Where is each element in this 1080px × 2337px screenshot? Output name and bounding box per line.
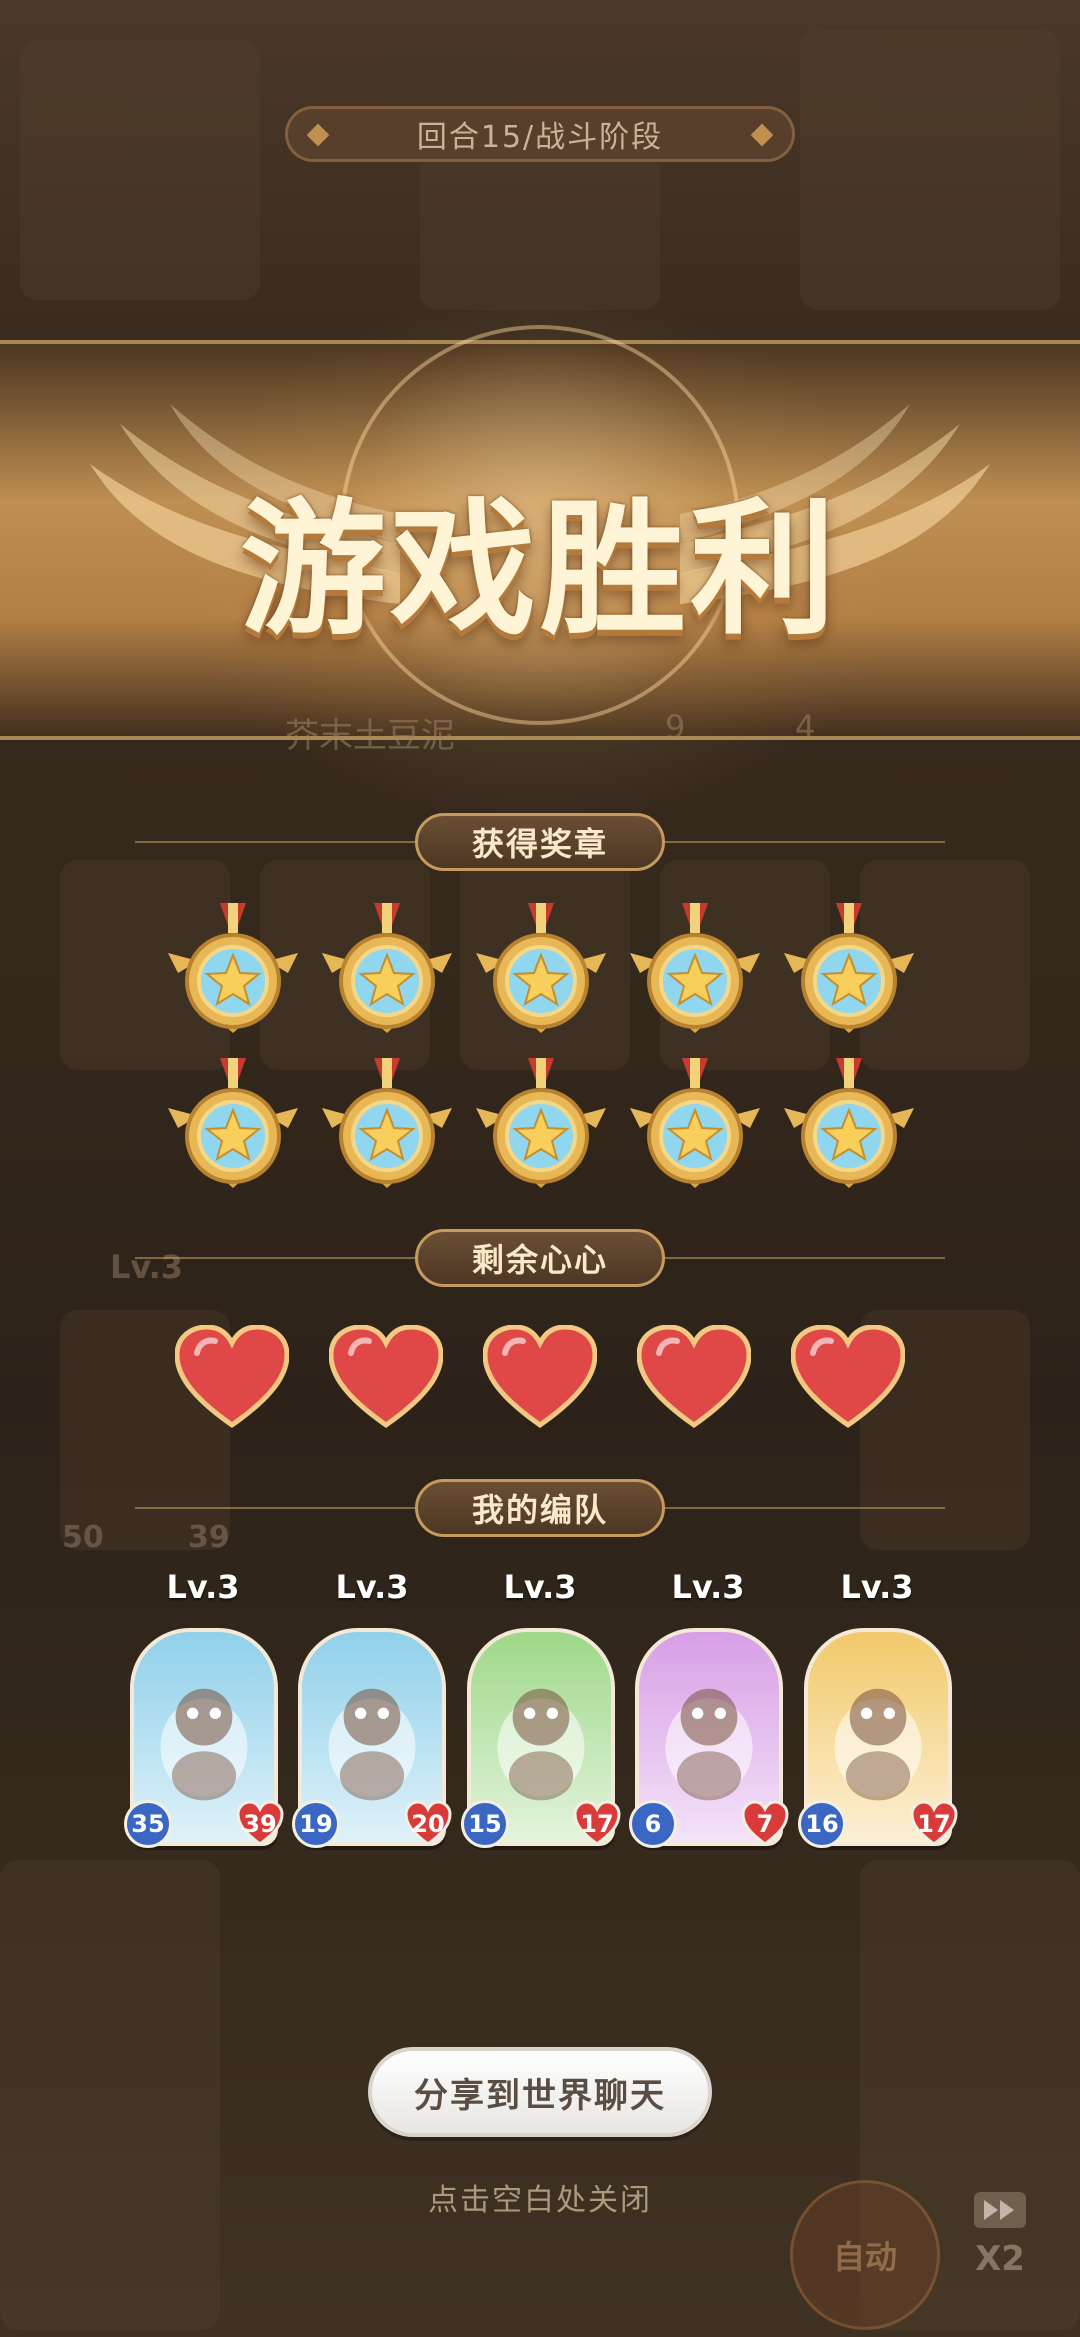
team-section-header: 我的编队	[415, 1479, 665, 1537]
round-status-bar: 回合15/战斗阶段	[285, 106, 795, 162]
share-button-label: 分享到世界聊天	[414, 2075, 666, 2116]
share-to-world-chat-button[interactable]: 分享到世界聊天	[368, 2047, 712, 2137]
speed-label: X2	[975, 2239, 1025, 2279]
attack-badge: 15	[461, 1800, 509, 1848]
player-name: 芥末土豆泥	[285, 716, 455, 756]
team-member-level: Lv.3	[503, 1568, 577, 1606]
medal-icon	[322, 903, 452, 1043]
medal-icon	[168, 1058, 298, 1198]
medal-icon	[784, 1058, 914, 1198]
medal-icon	[476, 1058, 606, 1198]
medals-section-label: 获得奖章	[471, 825, 608, 863]
health-badge: 39	[236, 1800, 284, 1848]
heart-icon	[636, 1324, 752, 1429]
hearts-section-label: 剩余心心	[471, 1241, 608, 1279]
health-value: 17	[917, 1810, 951, 1838]
team-section-label: 我的编队	[471, 1491, 608, 1529]
attack-badge: 16	[798, 1800, 846, 1848]
health-value: 20	[411, 1810, 445, 1838]
fast-forward-icon	[974, 2192, 1026, 2228]
health-value: 17	[580, 1810, 614, 1838]
team-member-level: Lv.3	[840, 1568, 914, 1606]
auto-battle-label: 自动	[832, 2238, 897, 2276]
health-value: 39	[243, 1810, 277, 1838]
team-member-level: Lv.3	[671, 1568, 745, 1606]
victory-title: 游戏胜利	[240, 485, 840, 655]
heart-icon	[790, 1324, 906, 1429]
speed-toggle-button[interactable]: X2	[960, 2190, 1040, 2290]
medal-icon	[630, 903, 760, 1043]
hearts-section-header: 剩余心心	[415, 1229, 665, 1287]
attack-badge: 6	[629, 1800, 677, 1848]
background-card-attack: 50	[62, 1520, 104, 1555]
medal-icon	[784, 903, 914, 1043]
background-card-level: Lv.3	[110, 1248, 184, 1286]
heart-icon	[482, 1324, 598, 1429]
medal-icon	[476, 903, 606, 1043]
team-member-level: Lv.3	[166, 1568, 240, 1606]
health-badge: 7	[741, 1800, 789, 1848]
health-badge: 20	[404, 1800, 452, 1848]
health-badge: 17	[573, 1800, 621, 1848]
attack-badge: 19	[292, 1800, 340, 1848]
heart-icon	[328, 1324, 444, 1429]
medal-icon	[630, 1058, 760, 1198]
medals-section-header: 获得奖章	[415, 813, 665, 871]
heart-icon	[174, 1324, 290, 1429]
medal-icon	[322, 1058, 452, 1198]
auto-battle-button[interactable]: 自动	[790, 2180, 940, 2330]
medal-icon	[168, 903, 298, 1043]
background-card-health: 39	[188, 1520, 230, 1555]
round-status-text: 回合15/战斗阶段	[416, 120, 664, 155]
health-value: 7	[756, 1810, 774, 1838]
player-wins: 9	[665, 708, 686, 746]
attack-badge: 35	[124, 1800, 172, 1848]
health-badge: 17	[910, 1800, 958, 1848]
team-member-level: Lv.3	[335, 1568, 409, 1606]
player-hearts: 4	[795, 708, 816, 746]
